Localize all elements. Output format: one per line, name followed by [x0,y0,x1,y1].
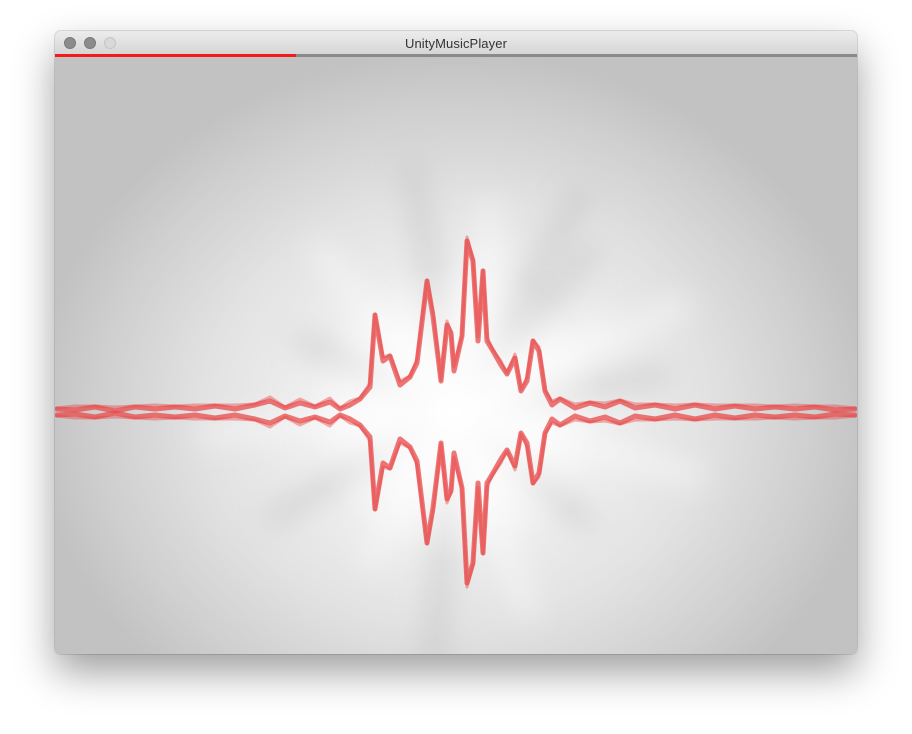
visualizer-area [55,57,857,654]
center-glow [305,262,605,562]
app-window: UnityMusicPlayer [55,31,857,654]
audio-waveform-visualizer [55,156,857,654]
window-title: UnityMusicPlayer [404,36,507,51]
title-bar[interactable]: UnityMusicPlayer [55,31,857,55]
